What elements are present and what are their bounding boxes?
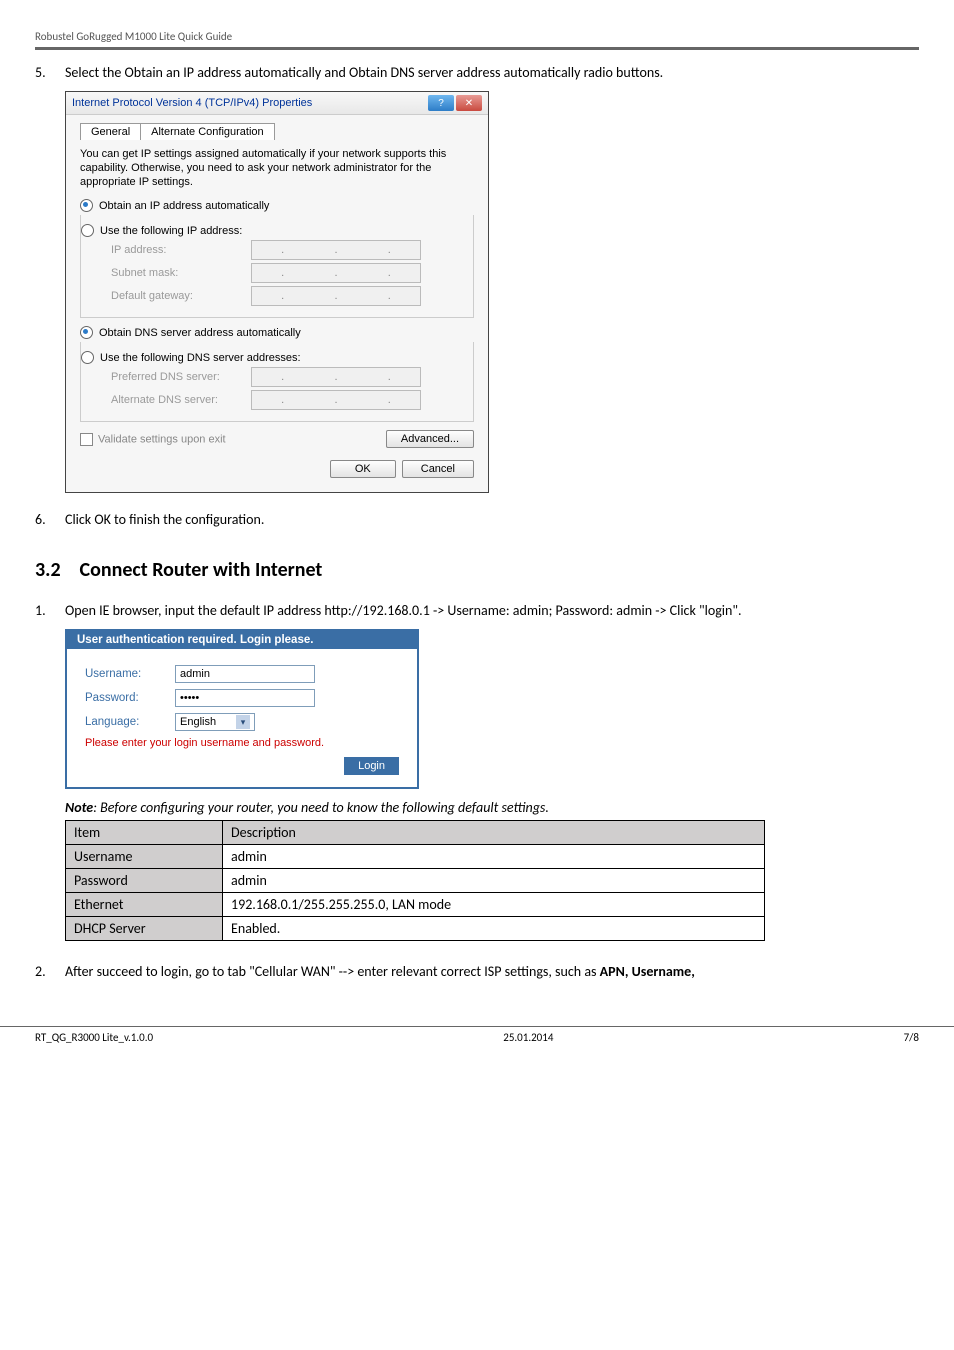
- radio-obtain-dns-auto[interactable]: Obtain DNS server address automatically: [80, 326, 474, 339]
- note-line: Note: Before configuring your router, yo…: [65, 799, 919, 816]
- step-2-number: 2.: [35, 963, 49, 980]
- field-preferred-dns: Preferred DNS server: ...: [111, 367, 465, 387]
- language-label: Language:: [85, 716, 175, 728]
- field-default-gateway: Default gateway: ...: [111, 286, 465, 306]
- radio-label: Use the following IP address:: [100, 225, 242, 237]
- alternate-dns-input: ...: [251, 390, 421, 410]
- step-1: 1. Open IE browser, input the default IP…: [35, 602, 919, 619]
- step-1-number: 1.: [35, 602, 49, 619]
- cancel-button[interactable]: Cancel: [402, 460, 474, 478]
- default-gateway-label: Default gateway:: [111, 290, 251, 302]
- page-footer: RT_QG_R3000 Lite_v.1.0.0 25.01.2014 7/8: [0, 1026, 954, 1056]
- footer-mid: 25.01.2014: [503, 1031, 553, 1044]
- radio-label: Obtain DNS server address automatically: [99, 327, 301, 339]
- radio-label: Use the following DNS server addresses:: [100, 352, 301, 364]
- radio-icon: [80, 326, 93, 339]
- default-settings-table: Item Description Username admin Password…: [65, 820, 765, 941]
- help-icon[interactable]: ?: [428, 95, 454, 111]
- login-title: User authentication required. Login plea…: [67, 631, 417, 649]
- validate-checkbox-row[interactable]: Validate settings upon exit: [80, 433, 226, 446]
- step-5-text: Select the Obtain an IP address automati…: [65, 64, 663, 81]
- password-label: Password:: [85, 692, 175, 704]
- subnet-mask-label: Subnet mask:: [111, 267, 251, 279]
- step-5-number: 5.: [35, 64, 49, 81]
- table-row: Username admin: [66, 845, 765, 869]
- username-input[interactable]: admin: [175, 665, 315, 683]
- section-number: 3.2: [35, 558, 75, 582]
- login-dialog: User authentication required. Login plea…: [65, 629, 419, 789]
- login-message: Please enter your login username and pas…: [85, 737, 399, 749]
- document-header: Robustel GoRugged M1000 Lite Quick Guide: [35, 30, 919, 50]
- step-6-number: 6.: [35, 511, 49, 528]
- advanced-button[interactable]: Advanced...: [386, 430, 474, 448]
- ip-address-label: IP address:: [111, 244, 251, 256]
- radio-use-following-dns[interactable]: Use the following DNS server addresses:: [81, 351, 465, 364]
- language-value: English: [180, 716, 216, 728]
- default-gateway-input: ...: [251, 286, 421, 306]
- radio-use-following-ip[interactable]: Use the following IP address:: [81, 224, 465, 237]
- table-row: Ethernet 192.168.0.1/255.255.255.0, LAN …: [66, 893, 765, 917]
- cell-value: Enabled.: [223, 917, 765, 941]
- radio-icon: [81, 351, 94, 364]
- ipv4-properties-dialog: Internet Protocol Version 4 (TCP/IPv4) P…: [65, 91, 489, 493]
- footer-left: RT_QG_R3000 Lite_v.1.0.0: [35, 1031, 153, 1044]
- radio-icon: [80, 199, 93, 212]
- step-1-text: Open IE browser, input the default IP ad…: [65, 602, 742, 619]
- login-button[interactable]: Login: [344, 757, 399, 775]
- radio-label: Obtain an IP address automatically: [99, 200, 269, 212]
- password-input[interactable]: •••••: [175, 689, 315, 707]
- th-item: Item: [66, 821, 223, 845]
- field-subnet-mask: Subnet mask: ...: [111, 263, 465, 283]
- ip-address-input: ...: [251, 240, 421, 260]
- checkbox-icon: [80, 433, 93, 446]
- cell-value: admin: [223, 845, 765, 869]
- dialog-titlebar: Internet Protocol Version 4 (TCP/IPv4) P…: [66, 92, 488, 115]
- step-6: 6. Click OK to finish the configuration.: [35, 511, 919, 528]
- username-label: Username:: [85, 668, 175, 680]
- close-icon[interactable]: ✕: [456, 95, 482, 111]
- cell-key: Ethernet: [66, 893, 223, 917]
- tab-general[interactable]: General: [80, 123, 141, 140]
- chevron-down-icon: ▾: [236, 715, 250, 729]
- cell-value: admin: [223, 869, 765, 893]
- section-3-2-heading: 3.2 Connect Router with Internet: [35, 558, 919, 582]
- preferred-dns-input: ...: [251, 367, 421, 387]
- table-row: DHCP Server Enabled.: [66, 917, 765, 941]
- step-6-text: Click OK to finish the configuration.: [65, 511, 264, 528]
- step-2-text: After succeed to login, go to tab "Cellu…: [65, 963, 695, 980]
- th-description: Description: [223, 821, 765, 845]
- field-ip-address: IP address: ...: [111, 240, 465, 260]
- table-row: Password admin: [66, 869, 765, 893]
- cell-value: 192.168.0.1/255.255.255.0, LAN mode: [223, 893, 765, 917]
- cell-key: DHCP Server: [66, 917, 223, 941]
- language-select[interactable]: English ▾: [175, 713, 255, 731]
- step-5: 5. Select the Obtain an IP address autom…: [35, 64, 919, 81]
- step-2: 2. After succeed to login, go to tab "Ce…: [35, 963, 919, 980]
- cell-key: Password: [66, 869, 223, 893]
- section-title: Connect Router with Internet: [80, 558, 323, 582]
- field-alternate-dns: Alternate DNS server: ...: [111, 390, 465, 410]
- radio-icon: [81, 224, 94, 237]
- dialog-title: Internet Protocol Version 4 (TCP/IPv4) P…: [72, 97, 312, 109]
- validate-label: Validate settings upon exit: [98, 433, 226, 445]
- tab-alternate-configuration[interactable]: Alternate Configuration: [140, 123, 275, 140]
- alternate-dns-label: Alternate DNS server:: [111, 394, 251, 406]
- subnet-mask-input: ...: [251, 263, 421, 283]
- dialog-intro-text: You can get IP settings assigned automat…: [80, 148, 474, 189]
- ok-button[interactable]: OK: [330, 460, 396, 478]
- radio-obtain-ip-auto[interactable]: Obtain an IP address automatically: [80, 199, 474, 212]
- preferred-dns-label: Preferred DNS server:: [111, 371, 251, 383]
- footer-right: 7/8: [904, 1031, 919, 1044]
- cell-key: Username: [66, 845, 223, 869]
- tabs: General Alternate Configuration: [80, 123, 474, 140]
